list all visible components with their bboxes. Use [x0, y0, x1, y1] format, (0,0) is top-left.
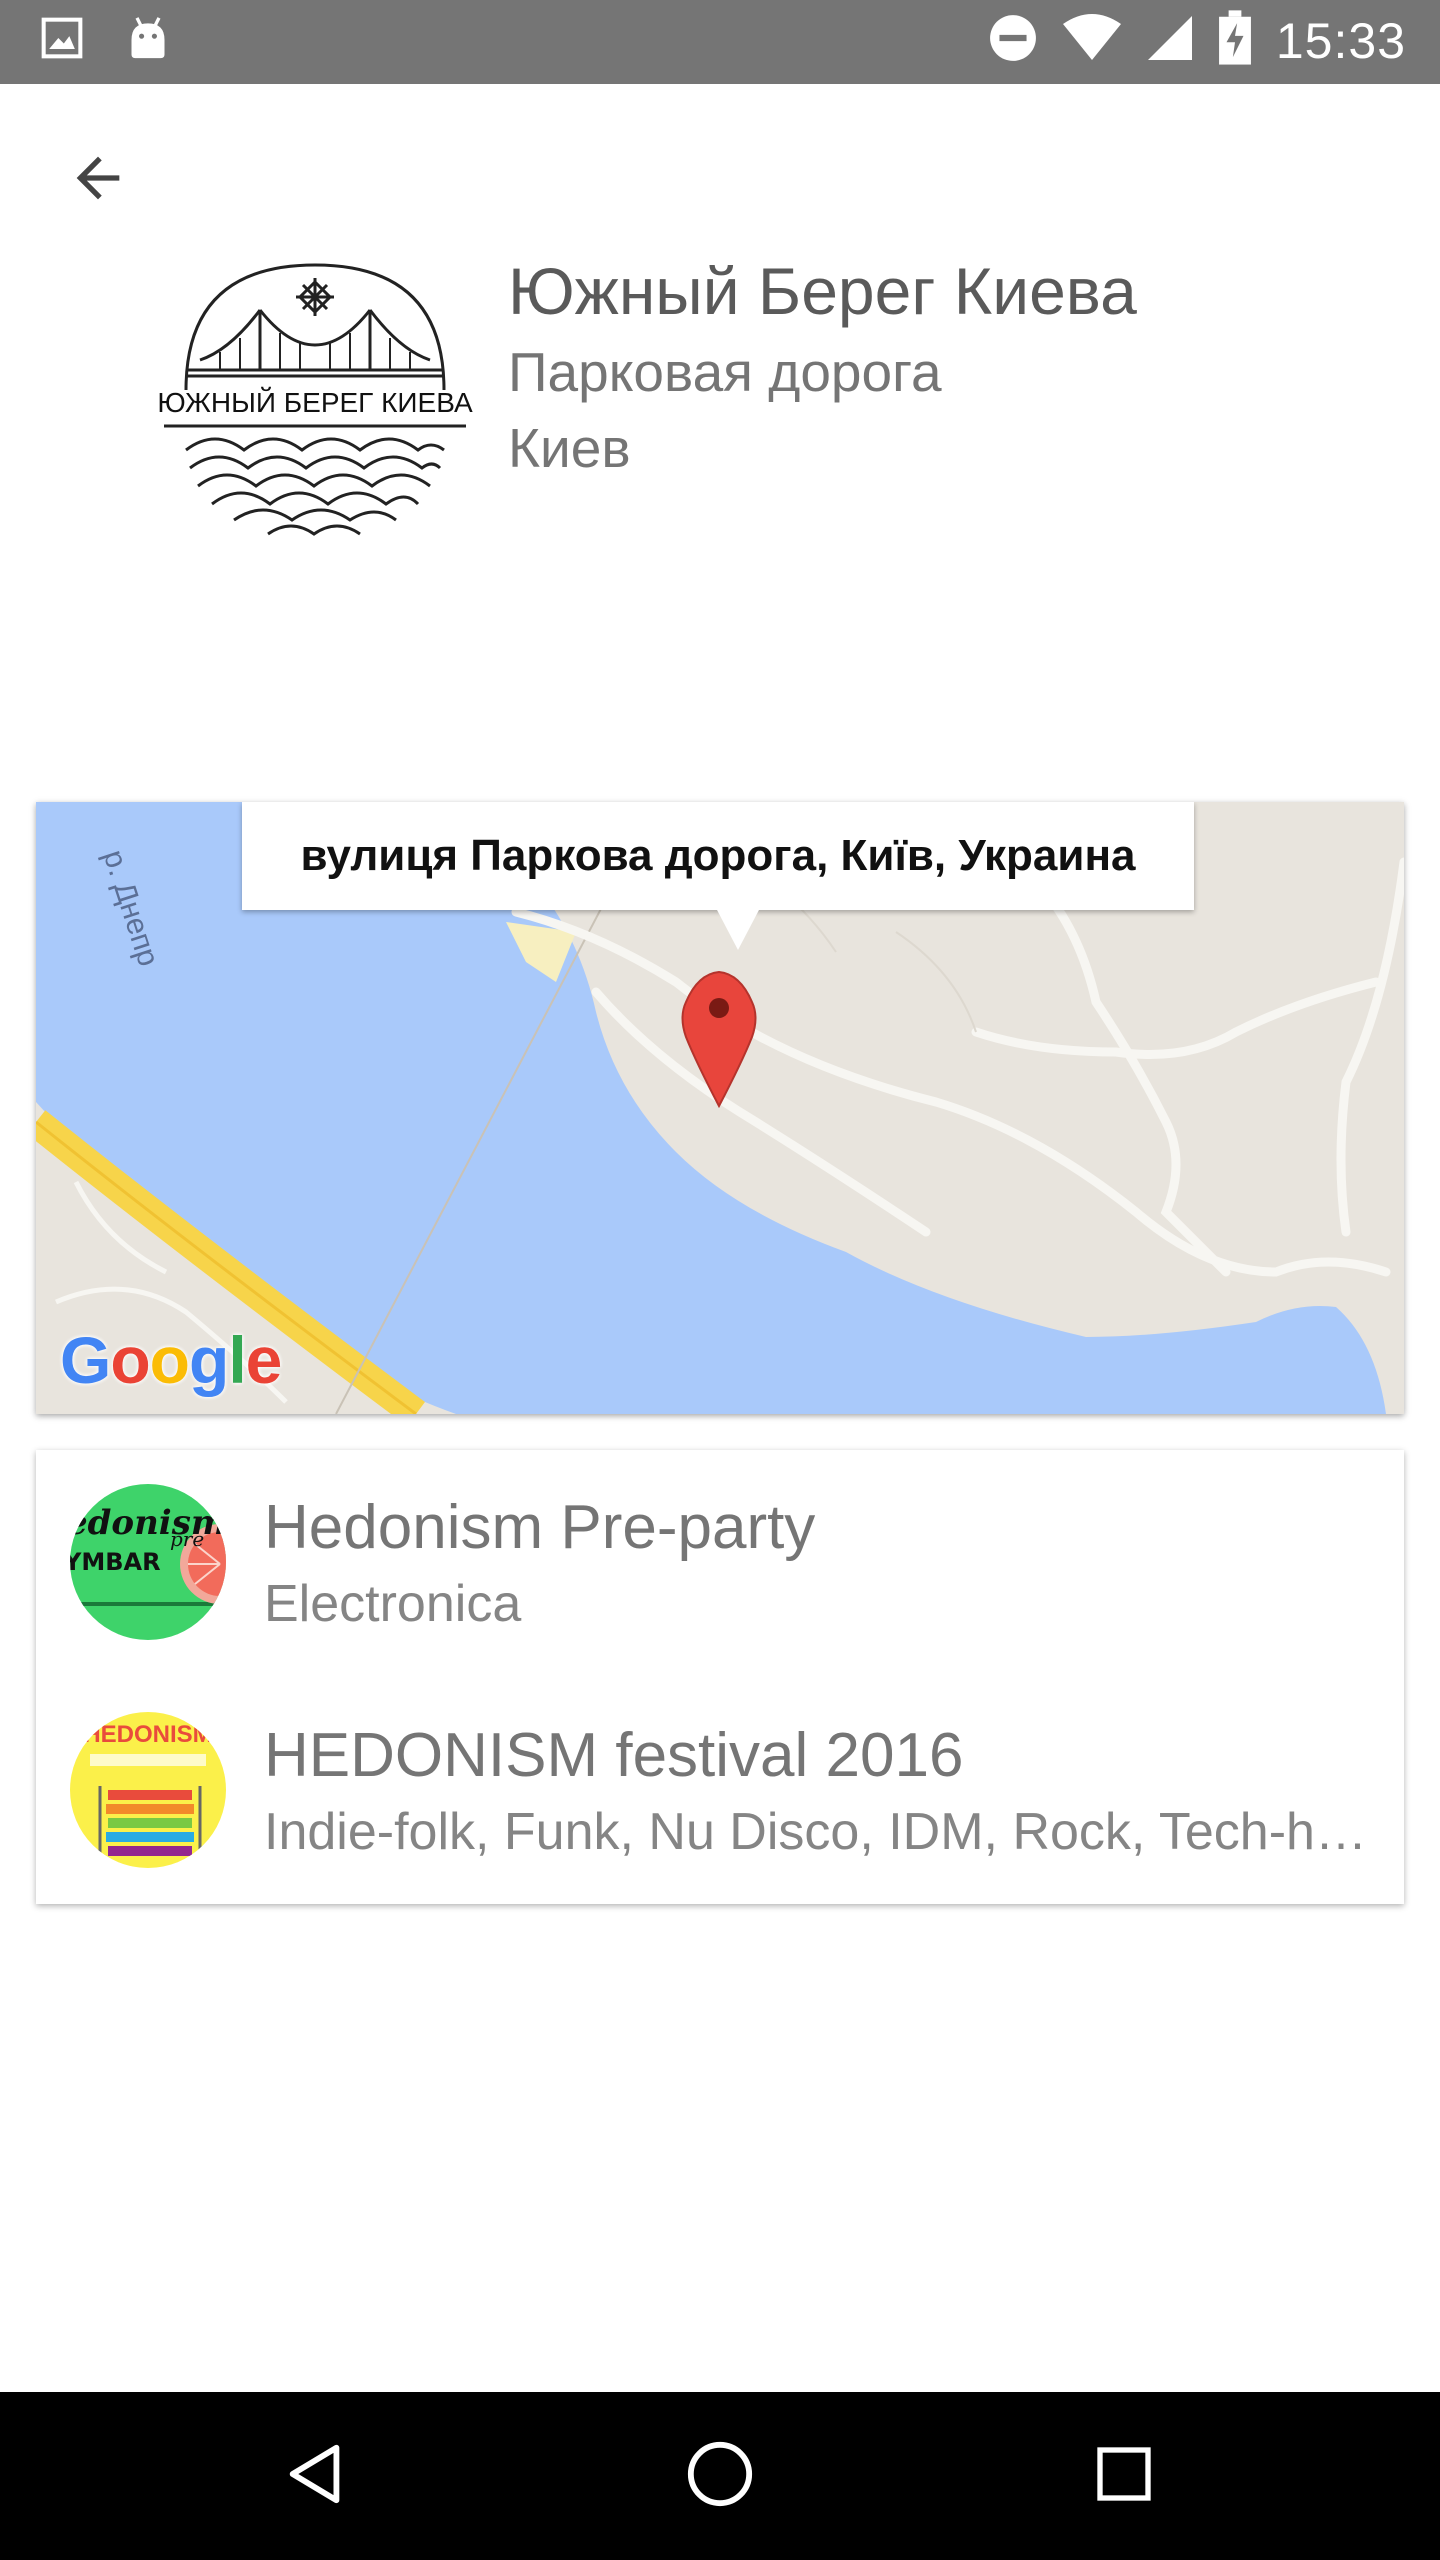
- arrow-back-icon: [66, 146, 130, 215]
- back-button[interactable]: [48, 130, 148, 230]
- list-item[interactable]: edonism YMBAR pre Hedonism Pre-party Ele…: [36, 1450, 1404, 1660]
- nav-recents-icon: [1092, 2442, 1156, 2511]
- battery-charging-icon: [1218, 10, 1252, 71]
- image-icon: [40, 16, 84, 65]
- venue-logo: ЮЖНЫЙ БЕРЕГ КИЕВА: [150, 250, 480, 540]
- svg-text:HEDONISM: HEDONISM: [83, 1721, 212, 1748]
- nav-home-button[interactable]: [670, 2426, 770, 2526]
- google-logo[interactable]: Google: [60, 1322, 282, 1398]
- event-title: Hedonism Pre-party: [264, 1493, 816, 1562]
- wifi-icon: [1062, 14, 1122, 67]
- nav-back-icon: [281, 2439, 351, 2514]
- venue-info: Южный Берег Киева Парковая дорога Киев: [508, 248, 1388, 486]
- venue-street: Парковая дорога: [508, 341, 942, 403]
- android-icon: [126, 14, 170, 67]
- venue-logo-text: ЮЖНЫЙ БЕРЕГ КИЕВА: [157, 387, 473, 418]
- event-cover-green: edonism YMBAR pre: [70, 1484, 226, 1640]
- status-time: 15:33: [1275, 12, 1406, 69]
- venue-city: Киев: [508, 417, 631, 479]
- status-system: 15:33: [988, 10, 1406, 71]
- event-cover-yellow: HEDONISM: [70, 1712, 226, 1868]
- nav-back-button[interactable]: [266, 2426, 366, 2526]
- nav-home-icon: [685, 2439, 755, 2514]
- list-item[interactable]: HEDONISM HEDONISM festival 2016 Indie-fo…: [36, 1678, 1404, 1888]
- status-notifications: [40, 14, 170, 67]
- event-genres: Indie-folk, Funk, Nu Disco, IDM, Rock, T…: [264, 1803, 1374, 1861]
- nav-recents-button[interactable]: [1074, 2426, 1174, 2526]
- signal-icon: [1146, 14, 1194, 67]
- status-bar: 15:33: [0, 0, 1440, 84]
- map-tooltip-tail: [716, 908, 760, 950]
- svg-text:YMBAR: YMBAR: [70, 1548, 161, 1576]
- events-list: edonism YMBAR pre Hedonism Pre-party Ele…: [36, 1450, 1404, 1904]
- venue-name: Южный Берег Киева: [508, 254, 1137, 328]
- navigation-bar: [0, 2392, 1440, 2560]
- do-not-disturb-icon: [988, 13, 1038, 68]
- map-view[interactable]: р. Днепр вулиця Паркова дорога, Київ, Ук…: [36, 802, 1404, 1414]
- event-genres: Electronica: [264, 1575, 522, 1633]
- event-title: HEDONISM festival 2016: [264, 1721, 964, 1790]
- map-address-tooltip[interactable]: вулиця Паркова дорога, Київ, Украина: [242, 802, 1194, 910]
- svg-text:pre: pre: [170, 1527, 204, 1551]
- venue-screen: 15:33 ЮЖНЫЙ БЕРЕГ КИЕВА Южный Берег Киев…: [0, 0, 1440, 2560]
